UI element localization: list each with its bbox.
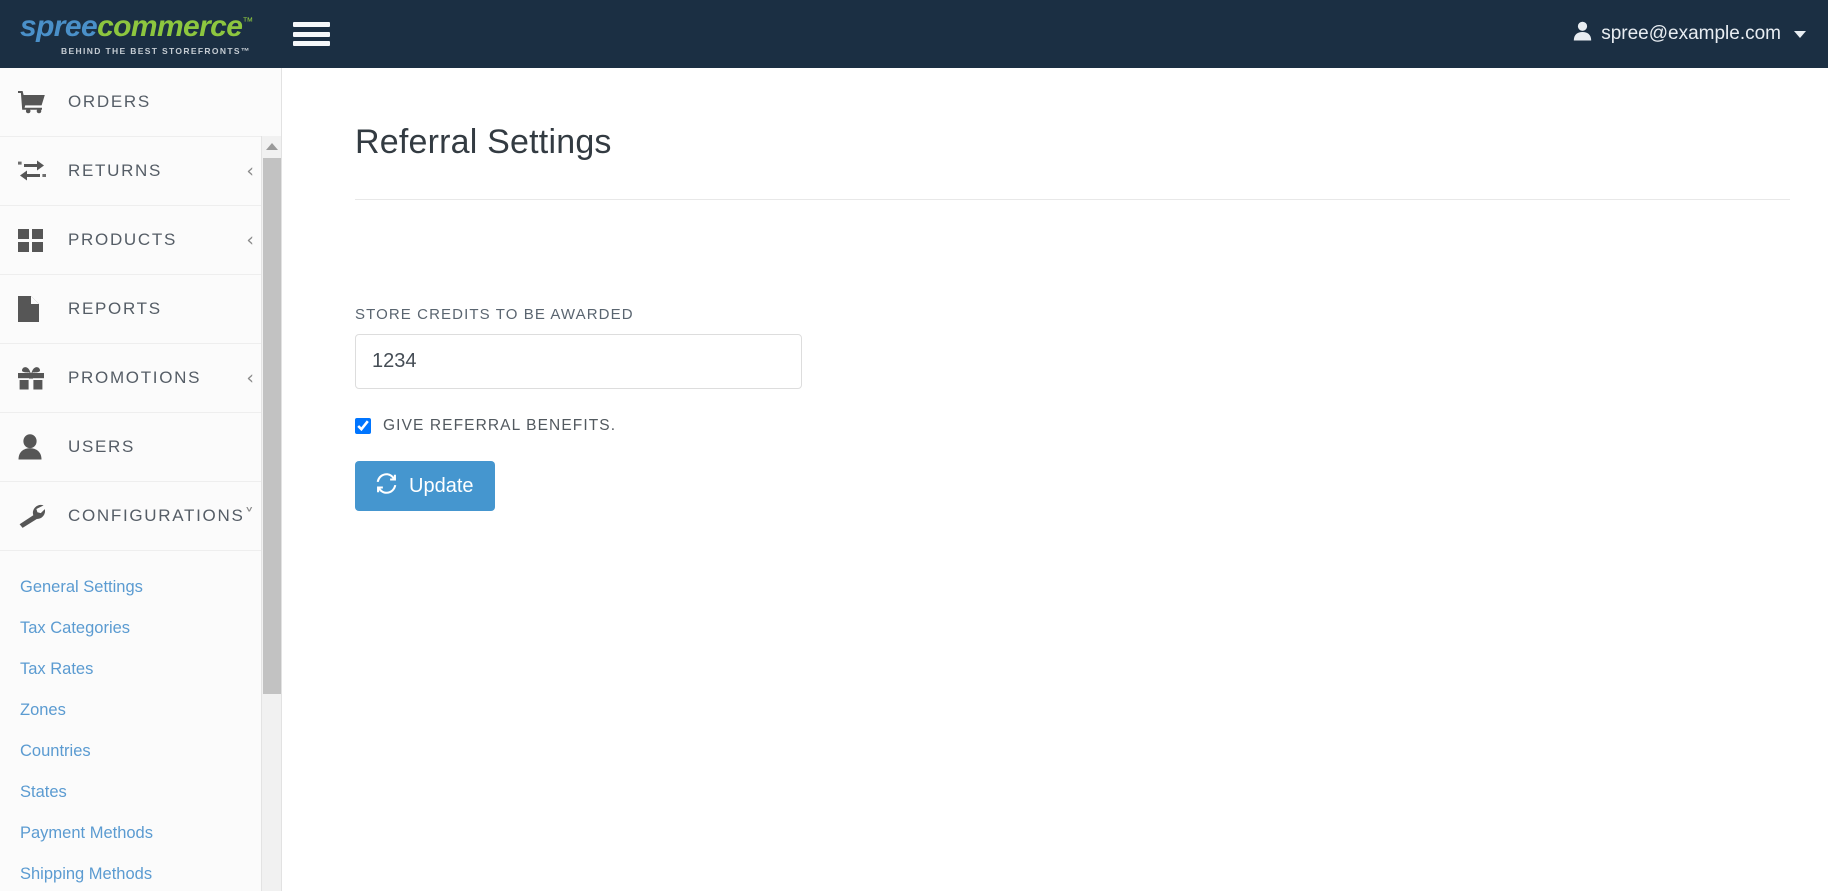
logo-commerce-text: commerce [97, 10, 243, 44]
sidebar-item-label: USERS [68, 437, 136, 456]
sidebar-item-configurations[interactable]: CONFIGURATIONS ˅ [0, 482, 281, 551]
refresh-icon [376, 472, 397, 500]
grid-squares-icon [18, 225, 52, 255]
give-referral-benefits-row[interactable]: GIVE REFERRAL BENEFITS. [355, 417, 616, 435]
wrench-icon [18, 501, 52, 531]
title-divider [355, 199, 1790, 200]
configurations-submenu: General Settings Tax Categories Tax Rate… [0, 551, 281, 891]
main-content-area: Referral Settings STORE CREDITS TO BE AW… [283, 68, 1828, 891]
give-referral-benefits-label[interactable]: GIVE REFERRAL BENEFITS. [383, 417, 616, 435]
user-email-label: spree@example.com [1601, 23, 1781, 44]
sidebar-item-users[interactable]: USERS [0, 413, 281, 482]
document-icon [18, 294, 52, 324]
sidebar-scrollbar[interactable] [261, 136, 281, 891]
user-icon [1573, 21, 1592, 47]
hamburger-bar-1 [292, 22, 330, 27]
update-button[interactable]: Update [355, 461, 495, 511]
hamburger-icon[interactable] [292, 20, 330, 48]
logo-spree-text: spree [20, 10, 98, 44]
chevron-down-icon [1794, 30, 1806, 38]
sidebar-subitem-tax-rates[interactable]: Tax Rates [0, 649, 281, 690]
scroll-up-arrow-icon[interactable] [262, 136, 281, 156]
sidebar-subitem-tax-categories[interactable]: Tax Categories [0, 608, 281, 649]
person-icon [18, 432, 52, 462]
sidebar-scroll-area: ORDERS RETURNS ‹ PRODUCTS ‹ REPORTS PROM… [0, 68, 281, 891]
sidebar-item-label: CONFIGURATIONS [68, 506, 245, 525]
sidebar-subitem-shipping-methods[interactable]: Shipping Methods [0, 854, 281, 891]
sidebar-subitem-label: Payment Methods [20, 824, 153, 842]
sidebar-chevron-expanded: ˅ [244, 504, 255, 527]
logo-tagline: BEHIND THE BEST STOREFRONTS™ [61, 46, 251, 57]
logo-trademark-mark: ™ [242, 16, 253, 29]
sidebar-item-label: ORDERS [68, 92, 151, 111]
sidebar-subitem-label: States [20, 783, 67, 801]
sidebar-subitem-label: General Settings [20, 578, 143, 596]
update-button-label: Update [409, 474, 474, 497]
sidebar-item-reports[interactable]: REPORTS [0, 275, 281, 344]
top-header-bar: spreecommerce™ BEHIND THE BEST STOREFRON… [0, 0, 1828, 68]
sidebar-item-products[interactable]: PRODUCTS ‹ [0, 206, 281, 275]
sidebar-item-label: PRODUCTS [68, 230, 177, 249]
sidebar-item-orders[interactable]: ORDERS [0, 68, 281, 137]
sidebar-item-label: REPORTS [68, 299, 162, 318]
sidebar-chevron: ‹ [246, 159, 254, 182]
sidebar-subitem-label: Zones [20, 701, 66, 719]
sidebar-subitem-label: Countries [20, 742, 91, 760]
store-credits-input[interactable] [355, 334, 802, 389]
store-credits-label: STORE CREDITS TO BE AWARDED [355, 306, 634, 323]
sidebar-item-returns[interactable]: RETURNS ‹ [0, 137, 281, 206]
sidebar-subitem-states[interactable]: States [0, 772, 281, 813]
sidebar-item-promotions[interactable]: PROMOTIONS ‹ [0, 344, 281, 413]
sidebar-subitem-general-settings[interactable]: General Settings [0, 567, 281, 608]
scrollbar-thumb[interactable] [263, 158, 281, 694]
hamburger-bar-2 [292, 31, 330, 37]
sidebar-subitem-label: Tax Rates [20, 660, 94, 678]
give-referral-benefits-checkbox[interactable] [355, 418, 371, 434]
sidebar-chevron: ‹ [246, 366, 254, 389]
sidebar-subitem-label: Shipping Methods [20, 865, 153, 883]
sidebar-subitem-zones[interactable]: Zones [0, 690, 281, 731]
exchange-arrows-icon [18, 156, 52, 186]
user-account-menu[interactable]: spree@example.com [1573, 21, 1806, 47]
shopping-cart-icon [18, 87, 52, 117]
logo-wordmark: spreecommerce™ [20, 12, 253, 42]
sidebar-subitem-countries[interactable]: Countries [0, 731, 281, 772]
sidebar-item-label: RETURNS [68, 161, 163, 180]
sidebar-subitem-payment-methods[interactable]: Payment Methods [0, 813, 281, 854]
sidebar-item-label: PROMOTIONS [68, 368, 202, 387]
gift-icon [18, 363, 52, 393]
sidebar-subitem-label: Tax Categories [20, 619, 131, 637]
page-title: Referral Settings [355, 123, 612, 161]
spree-commerce-logo[interactable]: spreecommerce™ BEHIND THE BEST STOREFRON… [20, 12, 253, 56]
sidebar-chevron: ‹ [246, 228, 254, 251]
scroll-up-glyph [265, 142, 278, 150]
sidebar-navigation: ORDERS RETURNS ‹ PRODUCTS ‹ REPORTS PROM… [0, 68, 282, 891]
hamburger-bar-3 [292, 41, 330, 46]
